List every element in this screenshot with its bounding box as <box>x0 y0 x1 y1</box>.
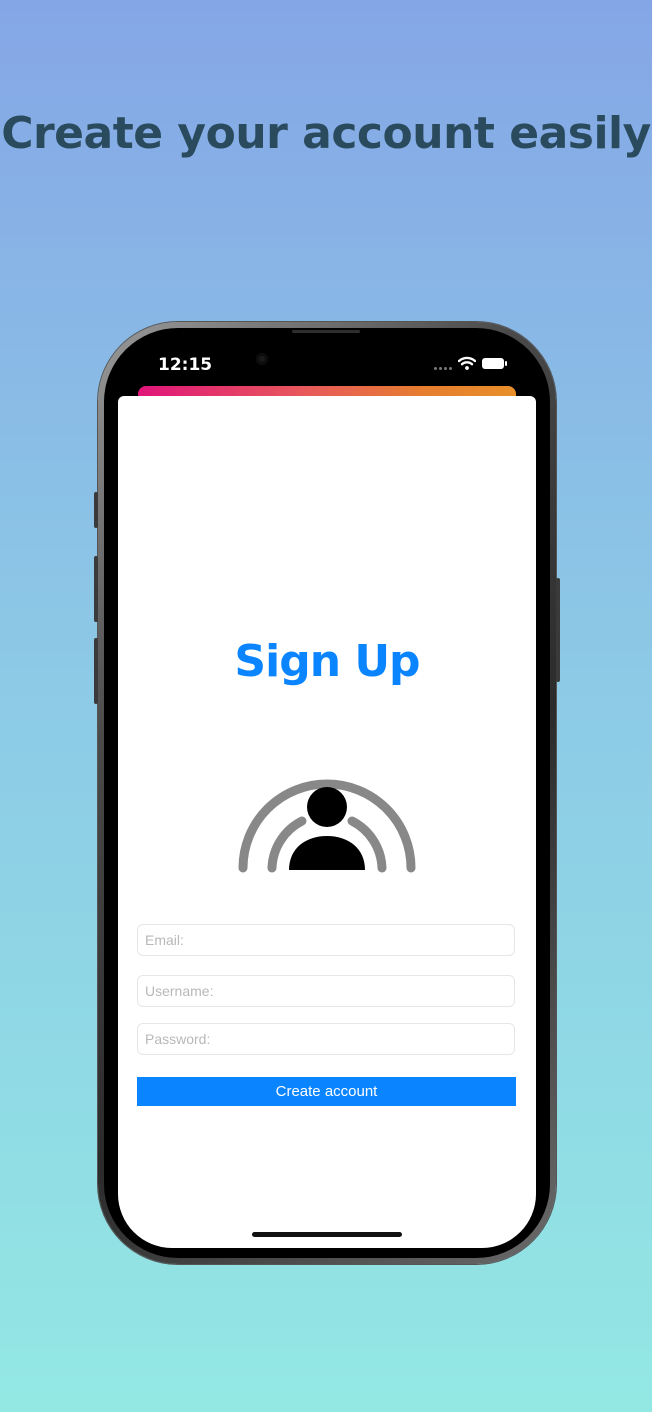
phone-side-button-silent <box>94 492 98 528</box>
battery-icon <box>482 357 507 369</box>
phone-side-button-power <box>556 578 560 682</box>
marketing-headline: Create your account easily <box>1 108 651 159</box>
home-indicator[interactable] <box>252 1232 402 1237</box>
status-time: 12:15 <box>158 355 213 375</box>
signal-dots-icon <box>434 366 452 370</box>
speaker-grille <box>292 330 360 333</box>
phone-side-button-volume-down <box>94 638 98 704</box>
username-field[interactable] <box>137 975 515 1007</box>
status-icons <box>434 356 507 370</box>
phone-side-button-volume-up <box>94 556 98 622</box>
create-account-button[interactable]: Create account <box>137 1077 516 1106</box>
wifi-icon <box>458 356 476 370</box>
person-signal-icon <box>238 779 416 873</box>
signup-screen: Sign Up Create account <box>118 396 536 1248</box>
front-camera <box>256 353 268 365</box>
page-title: Sign Up <box>234 636 420 687</box>
password-field[interactable] <box>137 1023 515 1055</box>
email-field[interactable] <box>137 924 515 956</box>
